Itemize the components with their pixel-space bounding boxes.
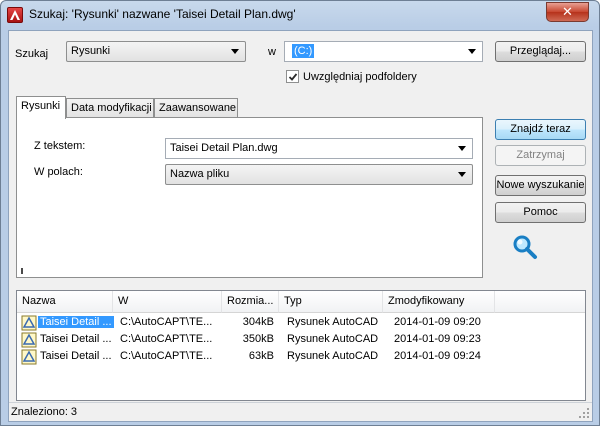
table-row[interactable]: Taisei Detail ... C:\AutoCAPT\TE... 304k… (17, 315, 585, 332)
column-header-name[interactable]: Nazwa (17, 291, 113, 313)
file-modified: 2014-01-09 09:23 (394, 333, 481, 345)
find-now-button[interactable]: Znajdź teraz (495, 119, 586, 140)
chevron-down-icon (468, 49, 476, 54)
file-folder: C:\AutoCAPT\TE... (120, 333, 213, 345)
chevron-down-icon (231, 49, 239, 54)
stop-button[interactable]: Zatrzymaj (495, 145, 586, 166)
search-type-dropdown[interactable]: Rysunki (66, 41, 246, 62)
dialog-window: Szukaj: 'Rysunki' nazwane 'Taisei Detail… (0, 0, 600, 426)
checkmark-icon (288, 73, 298, 81)
help-button[interactable]: Pomoc (495, 202, 586, 223)
status-text: Znaleziono: 3 (11, 406, 78, 418)
file-folder: C:\AutoCAPT\TE... (120, 316, 213, 328)
szukaj-label: Szukaj (15, 48, 49, 60)
column-header-folder[interactable]: W (113, 291, 222, 313)
fields-dropdown[interactable]: Nazwa pliku (165, 164, 473, 185)
text-label: Z tekstem: (34, 140, 86, 152)
text-value: Taisei Detail Plan.dwg (170, 142, 278, 154)
chevron-down-icon (458, 172, 466, 177)
w-label: w (268, 46, 276, 58)
column-header-size[interactable]: Rozmia... (222, 291, 279, 313)
dwg-file-icon (21, 349, 37, 365)
column-header-modified[interactable]: Zmodyfikowany (383, 291, 495, 313)
tab-rysunki[interactable]: Rysunki (16, 96, 66, 119)
location-value: (C:) (292, 44, 315, 58)
resize-grip-icon[interactable] (578, 407, 590, 419)
file-name: Taisei Detail ... (40, 350, 112, 362)
autocad-app-icon[interactable] (7, 7, 23, 23)
tab-zaawansowane-label: Zaawansowane (159, 102, 237, 114)
dwg-file-icon (21, 315, 37, 331)
subfolders-checkbox[interactable] (286, 70, 299, 83)
file-size: 350kB (242, 333, 274, 345)
window-title: Szukaj: 'Rysunki' nazwane 'Taisei Detail… (29, 7, 296, 21)
results-list[interactable]: Nazwa W Rozmia... Typ Zmodyfikowany Tais… (16, 290, 586, 401)
file-name: Taisei Detail ... (38, 316, 114, 328)
resize-mark (21, 268, 23, 274)
tab-panel-rysunki: Z tekstem: Taisei Detail Plan.dwg W pola… (16, 117, 483, 278)
dialog-client-area: Szukaj Rysunki w (C:) Przeglądaj... Uwzg… (8, 30, 593, 422)
tab-zaawansowane[interactable]: Zaawansowane (154, 98, 238, 118)
file-type: Rysunek AutoCAD (287, 350, 379, 362)
file-size: 63kB (248, 350, 274, 362)
location-dropdown[interactable]: (C:) (284, 41, 483, 62)
subfolders-label: Uwzględniaj podfoldery (303, 71, 417, 83)
fields-label: W polach: (34, 166, 83, 178)
file-type: Rysunek AutoCAD (287, 333, 379, 345)
column-header-type[interactable]: Typ (279, 291, 383, 313)
file-modified: 2014-01-09 09:20 (394, 316, 481, 328)
magnifier-icon (513, 235, 537, 259)
close-button[interactable]: ✕ (546, 2, 589, 22)
tab-data-modyfikacji[interactable]: Data modyfikacji (66, 98, 154, 118)
chevron-down-icon (458, 146, 466, 151)
file-size: 304kB (242, 316, 274, 328)
search-type-value: Rysunki (71, 45, 111, 57)
column-header-filler (495, 291, 585, 313)
table-row[interactable]: Taisei Detail ... C:\AutoCAPT\TE... 63kB… (17, 349, 585, 366)
title-bar[interactable]: Szukaj: 'Rysunki' nazwane 'Taisei Detail… (1, 1, 599, 29)
file-folder: C:\AutoCAPT\TE... (120, 350, 213, 362)
table-row[interactable]: Taisei Detail ... C:\AutoCAPT\TE... 350k… (17, 332, 585, 349)
fields-value: Nazwa pliku (170, 168, 230, 180)
file-name: Taisei Detail ... (40, 333, 112, 345)
file-type: Rysunek AutoCAD (287, 316, 379, 328)
text-dropdown[interactable]: Taisei Detail Plan.dwg (165, 138, 473, 159)
new-search-button[interactable]: Nowe wyszukanie (495, 175, 586, 196)
status-bar: Znaleziono: 3 (9, 402, 592, 421)
tab-data-modyfikacji-label: Data modyfikacji (71, 102, 152, 114)
browse-button[interactable]: Przeglądaj... (495, 41, 586, 62)
tab-rysunki-label: Rysunki (21, 100, 61, 112)
file-modified: 2014-01-09 09:24 (394, 350, 481, 362)
dwg-file-icon (21, 332, 37, 348)
